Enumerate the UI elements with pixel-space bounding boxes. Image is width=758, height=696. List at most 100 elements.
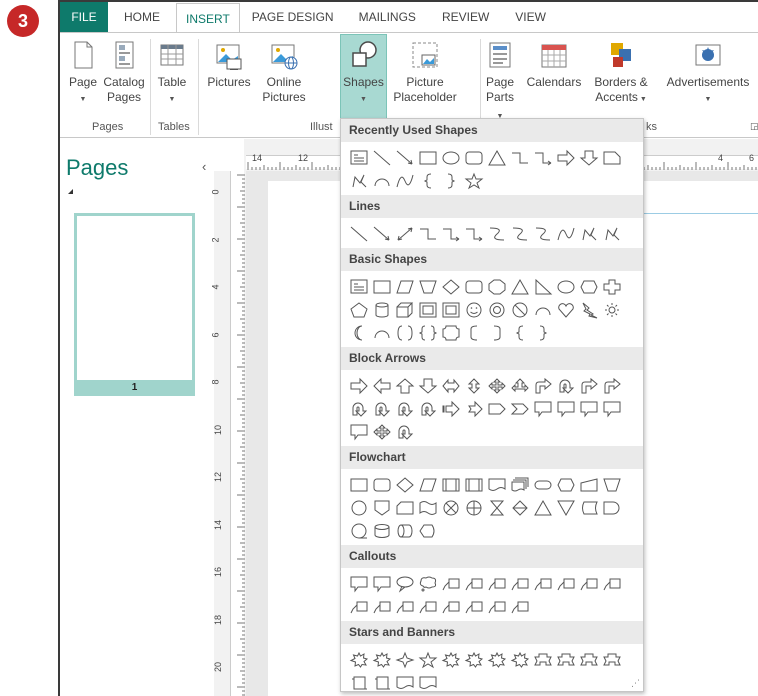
page-parts-button[interactable]: Page Parts ▼ [482,37,518,124]
shapes-button[interactable]: Shapes ▼ [340,34,387,120]
line-callout3b-shape-icon[interactable] [577,573,600,595]
line-callout1b-shape-icon[interactable] [531,573,554,595]
trapezoid-shape-icon[interactable] [416,276,439,298]
fc-multidoc-shape-icon[interactable] [508,474,531,496]
up-down-arrow-shape-icon[interactable] [462,375,485,397]
expand-triangle-icon[interactable] [68,189,73,194]
fc-delay-shape-icon[interactable] [600,497,623,519]
bent-arrow-shape-icon[interactable] [531,375,554,397]
oval-callout-shape-icon[interactable] [393,573,416,595]
star4-shape-icon[interactable] [393,649,416,671]
vertical-scroll-shape-icon[interactable] [347,672,370,694]
explosion1-shape-icon[interactable] [347,649,370,671]
parallelogram-shape-icon[interactable] [393,276,416,298]
triangle-shape-icon[interactable] [508,276,531,298]
octagon-shape-icon[interactable] [485,276,508,298]
striped-right-shape-icon[interactable] [439,398,462,420]
cross-shape-icon[interactable] [600,276,623,298]
donut-shape-icon[interactable] [485,299,508,321]
fc-connector-shape-icon[interactable] [347,497,370,519]
tab-page-design[interactable]: PAGE DESIGN [240,2,346,32]
line-callout3d-shape-icon[interactable] [485,596,508,618]
tab-home[interactable]: HOME [108,2,176,32]
fc-stored-shape-icon[interactable] [577,497,600,519]
arrow-line-shape-icon[interactable] [393,147,416,169]
fc-or-shape-icon[interactable] [462,497,485,519]
frame-shape-icon[interactable] [416,299,439,321]
elbow-double-shape-icon[interactable] [462,223,485,245]
elbow-arrow-shape-icon[interactable] [531,147,554,169]
quad-arrow-shape-icon[interactable] [485,375,508,397]
line-callout1d-shape-icon[interactable] [439,596,462,618]
fc-alt-process-shape-icon[interactable] [370,474,393,496]
double-wave-shape-icon[interactable] [416,672,439,694]
line-callout1-shape-icon[interactable] [439,573,462,595]
down-arrow-shape-icon[interactable] [577,147,600,169]
tab-mailings[interactable]: MAILINGS [346,2,429,32]
advertisements-button[interactable]: Advertisements ▼ [660,37,756,107]
left-up-arrow-shape-icon[interactable] [577,375,600,397]
fc-manual-input-shape-icon[interactable] [577,474,600,496]
star-shape-icon[interactable] [462,170,485,192]
elbow-shape-icon[interactable] [416,223,439,245]
left-brace-shape-icon[interactable] [416,170,439,192]
line-callout2d-shape-icon[interactable] [462,596,485,618]
right-callout-shape-icon[interactable] [531,398,554,420]
line-callout4c-shape-icon[interactable] [416,596,439,618]
fc-preparation-shape-icon[interactable] [554,474,577,496]
fc-merge-shape-icon[interactable] [554,497,577,519]
no-symbol-shape-icon[interactable] [508,299,531,321]
tab-file[interactable]: FILE [60,2,108,32]
rounded-rect-shape-icon[interactable] [462,276,485,298]
rect-callout-shape-icon[interactable] [347,573,370,595]
explosion2-shape-icon[interactable] [370,649,393,671]
curve-shape-icon[interactable] [393,170,416,192]
line-shape-icon[interactable] [370,147,393,169]
left-right-callout-shape-icon[interactable] [347,421,370,443]
ribbon-up-shape-icon[interactable] [531,649,554,671]
fc-terminator-shape-icon[interactable] [531,474,554,496]
line-shape-icon[interactable] [347,223,370,245]
arc-shape-icon[interactable] [370,170,393,192]
line-callout1c-shape-icon[interactable] [347,596,370,618]
cloud-callout-shape-icon[interactable] [416,573,439,595]
ribbon-down-shape-icon[interactable] [554,649,577,671]
right-arrow-shape-icon[interactable] [554,147,577,169]
rect-shape-icon[interactable] [370,276,393,298]
right-brace-shape-icon[interactable] [439,170,462,192]
triangle-shape-icon[interactable] [485,147,508,169]
rounded-callout-shape-icon[interactable] [370,573,393,595]
borders-accents-button[interactable]: Borders & Accents ▼ [584,37,658,107]
down-arrow-shape-icon[interactable] [416,375,439,397]
fc-data-shape-icon[interactable] [416,474,439,496]
brackets-shape-icon[interactable] [393,322,416,344]
star7-shape-icon[interactable] [462,649,485,671]
wave-shape-icon[interactable] [393,672,416,694]
arrow-line-shape-icon[interactable] [370,223,393,245]
star8-shape-icon[interactable] [485,649,508,671]
rect-shape-icon[interactable] [416,147,439,169]
online-pictures-button[interactable]: Online Pictures [258,37,310,105]
page-thumbnail[interactable] [74,213,195,388]
table-button[interactable]: Table ▼ [152,37,192,107]
calendars-button[interactable]: Calendars [524,37,584,90]
right-triangle-shape-icon[interactable] [531,276,554,298]
bent-up-arrow-shape-icon[interactable] [600,375,623,397]
resize-grip-icon[interactable]: ⋰ [631,678,640,689]
fc-magnetic-shape-icon[interactable] [370,520,393,542]
star5-shape-icon[interactable] [416,649,439,671]
diamond-shape-icon[interactable] [439,276,462,298]
textbox-shape-icon[interactable] [347,276,370,298]
curved-ribbon-up-shape-icon[interactable] [577,649,600,671]
fc-display-shape-icon[interactable] [416,520,439,542]
fc-internal-shape-icon[interactable] [462,474,485,496]
picture-placeholder-button[interactable]: Picture Placeholder [392,37,458,105]
bevel-shape-icon[interactable] [439,299,462,321]
fc-direct-shape-icon[interactable] [393,520,416,542]
curve-arrow-shape-icon[interactable] [508,223,531,245]
line-callout2c-shape-icon[interactable] [370,596,393,618]
horizontal-scroll-shape-icon[interactable] [370,672,393,694]
arc-shape-icon[interactable] [531,299,554,321]
line-callout4-shape-icon[interactable] [508,573,531,595]
up-callout-shape-icon[interactable] [600,398,623,420]
